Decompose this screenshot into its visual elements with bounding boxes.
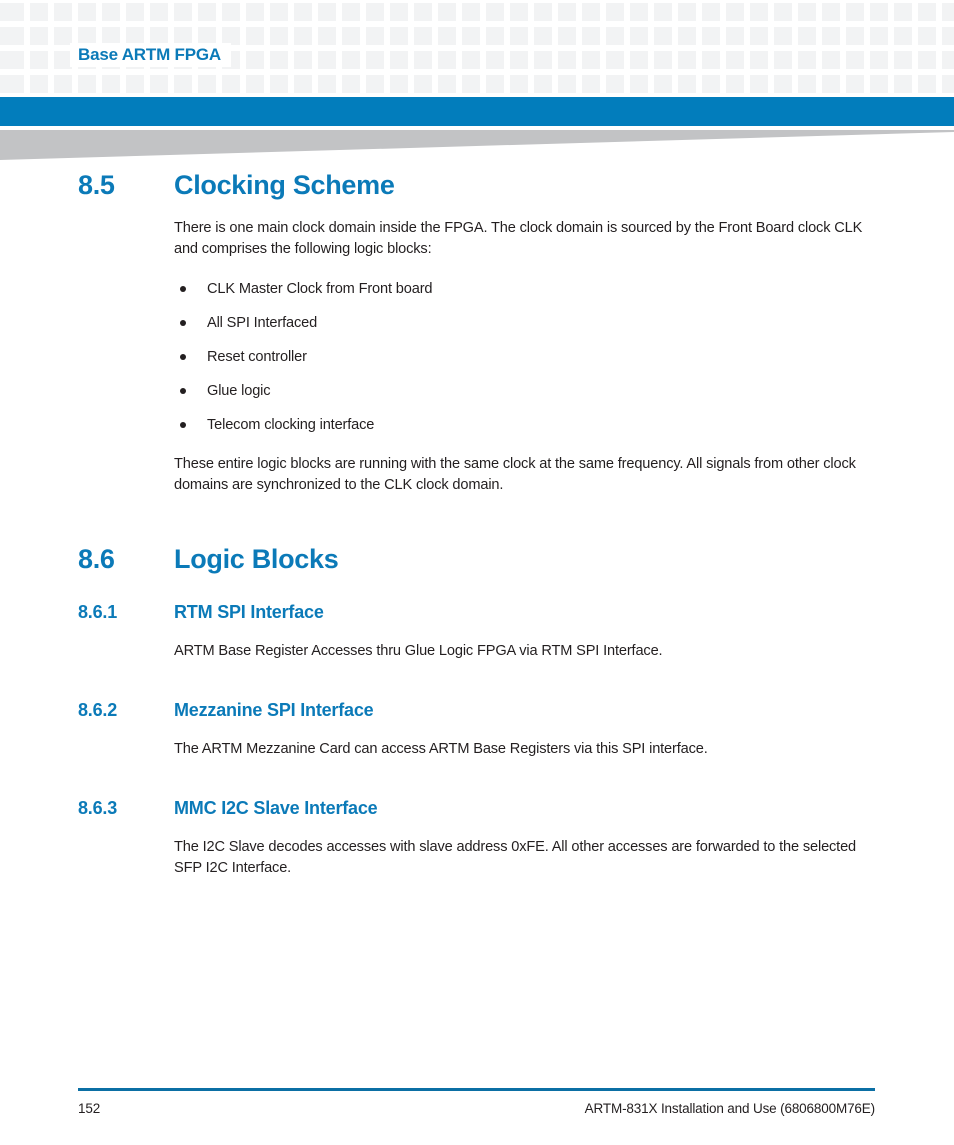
footer-document-info: ARTM-831X Installation and Use (6806800M… bbox=[584, 1101, 875, 1116]
running-header: Base ARTM FPGA bbox=[0, 42, 239, 68]
bullet-dot-icon bbox=[180, 286, 186, 292]
page-header: Base ARTM FPGA bbox=[0, 0, 954, 97]
section-title: Logic Blocks bbox=[174, 544, 339, 574]
header-gray-wedge bbox=[0, 130, 954, 162]
subsection-title: MMC I2C Slave Interface bbox=[174, 798, 378, 818]
list-item-label: Telecom clocking interface bbox=[207, 416, 375, 433]
list-item: Reset controller bbox=[0, 340, 954, 374]
bullet-dot-icon bbox=[180, 354, 186, 360]
bullet-dot-icon bbox=[180, 388, 186, 394]
list-item-label: CLK Master Clock from Front board bbox=[207, 280, 433, 297]
list-item: Glue logic bbox=[0, 374, 954, 408]
page-footer: 152 ARTM-831X Installation and Use (6806… bbox=[0, 1088, 954, 1145]
section-title: Clocking Scheme bbox=[174, 170, 395, 200]
header-pattern-row bbox=[0, 75, 954, 93]
subsection-heading-8-6-3: 8.6.3 MMC I2C Slave Interface bbox=[0, 796, 954, 820]
header-pattern-row bbox=[0, 3, 954, 21]
list-item-label: Glue logic bbox=[207, 382, 271, 399]
subsection-title: RTM SPI Interface bbox=[174, 602, 324, 622]
list-item: Telecom clocking interface bbox=[0, 408, 954, 442]
section-number: 8.6 bbox=[78, 544, 115, 574]
paragraph-8-5-outro: These entire logic blocks are running wi… bbox=[174, 456, 856, 493]
logic-blocks-bullet-list: CLK Master Clock from Front board All SP… bbox=[0, 272, 954, 442]
paragraph-8-6-1: ARTM Base Register Accesses thru Glue Lo… bbox=[174, 643, 663, 659]
section-number: 8.5 bbox=[78, 170, 115, 200]
paragraph-8-6-3: The I2C Slave decodes accesses with slav… bbox=[174, 839, 857, 876]
list-item: All SPI Interfaced bbox=[0, 306, 954, 340]
bullet-dot-icon bbox=[180, 422, 186, 428]
subsection-title: Mezzanine SPI Interface bbox=[174, 700, 374, 720]
page-number: 152 bbox=[78, 1101, 101, 1116]
paragraph-8-6-2: The ARTM Mezzanine Card can access ARTM … bbox=[174, 741, 708, 757]
footer-rule bbox=[78, 1088, 875, 1091]
running-header-title: Base ARTM FPGA bbox=[70, 43, 231, 67]
list-item-label: Reset controller bbox=[207, 348, 307, 365]
section-heading-8-5: 8.5 Clocking Scheme bbox=[0, 168, 954, 202]
section-heading-8-6: 8.6 Logic Blocks bbox=[0, 542, 954, 576]
bullet-dot-icon bbox=[180, 320, 186, 326]
subsection-number: 8.6.3 bbox=[78, 798, 118, 818]
list-item-label: All SPI Interfaced bbox=[207, 314, 318, 331]
subsection-number: 8.6.2 bbox=[78, 700, 118, 720]
page-content: 8.5 Clocking Scheme There is one main cl… bbox=[0, 168, 954, 879]
subsection-heading-8-6-1: 8.6.1 RTM SPI Interface bbox=[0, 600, 954, 624]
paragraph-8-5-intro: There is one main clock domain inside th… bbox=[174, 220, 863, 257]
header-blue-bar bbox=[0, 97, 954, 126]
subsection-heading-8-6-2: 8.6.2 Mezzanine SPI Interface bbox=[0, 698, 954, 722]
subsection-number: 8.6.1 bbox=[78, 602, 118, 622]
list-item: CLK Master Clock from Front board bbox=[0, 272, 954, 306]
